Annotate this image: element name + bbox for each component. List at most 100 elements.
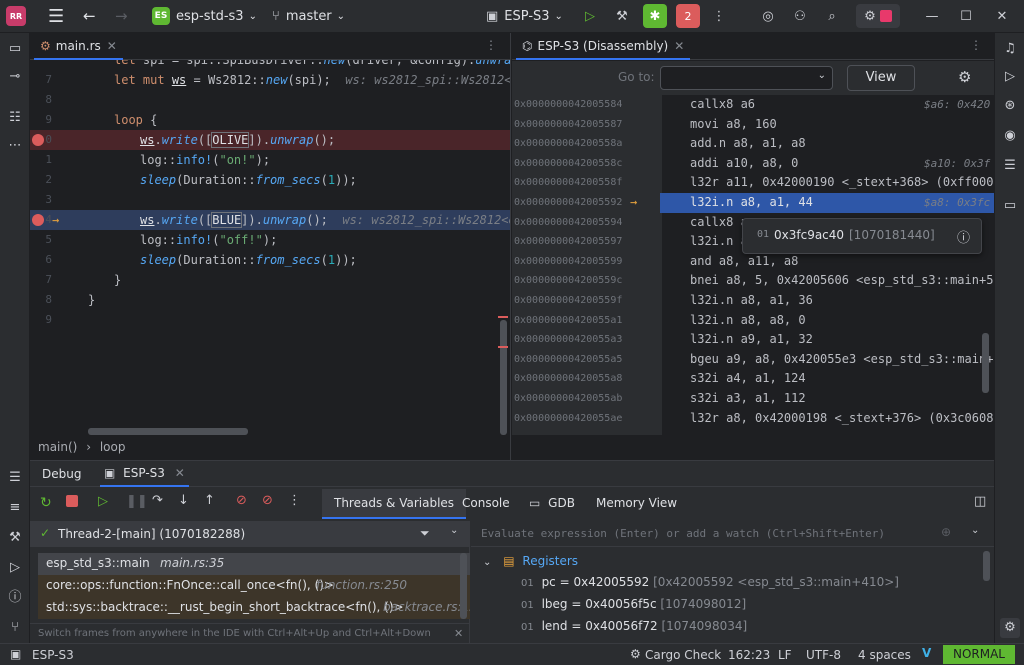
status-cursor-position[interactable]: 162:23 <box>728 648 770 662</box>
step-out-icon[interactable]: ↑ <box>204 493 215 508</box>
run-circle-icon[interactable]: ▷ <box>5 558 25 578</box>
breakpoint-icon[interactable] <box>32 134 44 146</box>
tab-threads-variables[interactable]: Threads & Variables <box>322 489 467 519</box>
stop-badge-icon[interactable]: 2 <box>676 4 700 28</box>
more-vertical-icon[interactable]: ⋮ <box>707 4 731 28</box>
mute-breakpoints-icon[interactable]: ⊘ <box>262 493 273 508</box>
todo-icon[interactable]: ≡ <box>5 498 25 518</box>
more-vertical-icon[interactable]: ⋮ <box>970 38 982 52</box>
project-selector[interactable]: ES esp-std-s3 ⌄ <box>152 5 257 27</box>
disasm-row[interactable]: 0x000000004200558a add.n a8, a1, a8 <box>512 134 994 154</box>
disasm-row[interactable]: 0x00000000420055a8 s32i a4, a1, 124 <box>512 369 994 389</box>
info-icon[interactable]: ⓘ <box>957 227 970 246</box>
disasm-row[interactable]: 0x00000000420055a3 l32i.n a9, a1, 32 <box>512 330 994 350</box>
tab-console[interactable]: Console <box>462 496 510 510</box>
disasm-scrollbar[interactable] <box>982 333 989 393</box>
disasm-row[interactable]: 0x00000000420055ae l32r a8, 0x42000198 <_… <box>512 409 994 429</box>
close-icon[interactable]: ✕ <box>990 4 1014 28</box>
debug-icon[interactable]: ✱ <box>643 4 667 28</box>
branch-selector[interactable]: ⑂ master ⌄ <box>272 5 345 27</box>
frame-row[interactable]: core::ops::function::FnOnce::call_once<f… <box>38 575 470 597</box>
main-menu-icon[interactable]: ☰ <box>48 5 64 27</box>
register-row[interactable]: 01 lbeg = 0x40056f5c [1074098012] <box>521 597 746 611</box>
debug-settings-icon[interactable]: ⚙ <box>1000 618 1020 638</box>
variables-scrollbar[interactable] <box>983 551 990 581</box>
breadcrumb-item[interactable]: loop <box>100 440 126 454</box>
status-cargo-check[interactable]: Cargo Check <box>645 648 721 662</box>
terminal-icon[interactable]: ▭ <box>1000 196 1020 216</box>
build-hammer-icon[interactable]: ⚒ <box>610 4 634 28</box>
forward-arrow-icon[interactable]: → <box>115 5 128 27</box>
tab-main-rs[interactable]: ⚙ main.rs ✕ <box>34 33 123 60</box>
status-run-config[interactable]: ESP-S3 <box>32 648 74 662</box>
notifications-icon[interactable]: ♫ <box>1000 39 1020 59</box>
minimize-icon[interactable]: — <box>920 4 944 28</box>
thread-selector[interactable]: ✓ Thread-2-[main] (1070182288) ⏷ ⌄ <box>30 521 470 547</box>
disasm-rows[interactable]: 0x0000000042005584 callx8 a6 $a6: 0x420 0x0… <box>512 95 994 435</box>
register-row[interactable]: 01 pc = 0x42005592 [0x42005592 <esp_std_… <box>521 575 899 589</box>
code-with-me-icon[interactable]: ◎ <box>756 4 780 28</box>
disasm-row[interactable]: 0x000000004200559f l32i.n a8, a1, 36 <box>512 291 994 311</box>
disasm-row[interactable]: 0x0000000042005584 callx8 a6 $a6: 0x420 <box>512 95 994 115</box>
commit-icon[interactable]: ⊸ <box>5 67 25 87</box>
layout-icon[interactable]: ◫ <box>974 494 986 509</box>
services-icon[interactable]: ☰ <box>5 468 25 488</box>
goto-input[interactable]: ⌄ <box>660 66 833 90</box>
more-horizontal-icon[interactable]: ⋯ <box>5 136 25 156</box>
close-tab-icon[interactable]: ✕ <box>674 39 684 53</box>
build-icon[interactable]: ⚒ <box>5 528 25 548</box>
frames-scrollbar[interactable] <box>460 553 467 619</box>
stop-icon[interactable] <box>66 495 78 507</box>
chevron-down-icon[interactable]: ⌄ <box>971 525 979 536</box>
editor-horizontal-scrollbar[interactable] <box>88 428 248 435</box>
run-panel-icon[interactable]: ▷ <box>1000 67 1020 87</box>
close-icon[interactable]: ✕ <box>454 627 463 640</box>
disasm-row[interactable]: 0x00000000420055ab s32i a3, a1, 112 <box>512 389 994 409</box>
disasm-row[interactable]: 0x00000000420055a1 l32i.n a8, a8, 0 <box>512 311 994 331</box>
tab-memory-view[interactable]: Memory View <box>596 496 677 510</box>
view-button[interactable]: View <box>847 65 915 91</box>
step-over-icon[interactable]: ↷ <box>152 493 163 508</box>
copilot-icon[interactable]: ◉ <box>1000 126 1020 146</box>
status-indent[interactable]: 4 spaces <box>858 648 911 662</box>
error-marker[interactable] <box>498 346 508 348</box>
disasm-row[interactable]: 0x0000000042005587 movi a8, 160 <box>512 115 994 135</box>
close-tab-icon[interactable]: ✕ <box>107 39 117 53</box>
run-config-selector[interactable]: ▣ ESP-S3 ⌄ <box>486 5 563 27</box>
more-vertical-icon[interactable]: ⋮ <box>288 493 301 508</box>
git-icon[interactable]: ⑂ <box>5 618 25 638</box>
frame-row[interactable]: std::sys::backtrace::__rust_begin_short_… <box>38 597 470 619</box>
breadcrumb-item[interactable]: main() <box>38 440 77 454</box>
status-encoding[interactable]: UTF-8 <box>806 648 841 662</box>
code-area[interactable]: let spi = spi::SpiBusDriver::new(driver,… <box>30 60 510 437</box>
evaluate-input[interactable]: Evaluate expression (Enter) or add a wat… <box>481 527 885 540</box>
register-row[interactable]: 01 lend = 0x40056f72 [1074098034] <box>521 619 747 633</box>
folder-icon[interactable]: ▭ <box>5 39 25 59</box>
resume-icon[interactable]: ▷ <box>98 494 108 509</box>
tab-esp-s3-session[interactable]: ▣ ESP-S3 ✕ <box>100 461 189 487</box>
error-marker[interactable] <box>498 316 508 318</box>
rerun-icon[interactable]: ↻ <box>40 495 52 511</box>
structure-icon[interactable]: ☷ <box>5 108 25 128</box>
disasm-row-current[interactable]: 0x0000000042005592 → l32i.n a8, a1, 44 $a8:… <box>512 193 994 213</box>
step-into-icon[interactable]: ↓ <box>178 493 189 508</box>
settings-icon[interactable]: ⚙ <box>856 4 900 28</box>
back-arrow-icon[interactable]: ← <box>83 5 96 27</box>
database-icon[interactable]: ☰ <box>1000 156 1020 176</box>
tab-gdb[interactable]: ▭ GDB <box>529 496 575 510</box>
disasm-row[interactable]: 0x000000004200558c addi a10, a8, 0 $a10: 0… <box>512 154 994 174</box>
run-icon[interactable]: ▷ <box>578 4 602 28</box>
maximize-icon[interactable]: ☐ <box>954 4 978 28</box>
vim-mode-badge[interactable]: NORMAL <box>943 645 1015 664</box>
registers-group[interactable]: ⌄ ▤ Registers <box>483 554 578 568</box>
editor-vertical-scrollbar[interactable] <box>500 320 507 435</box>
add-user-icon[interactable]: ⚇ <box>788 4 812 28</box>
more-vertical-icon[interactable]: ⋮ <box>485 38 497 52</box>
view-breakpoints-icon[interactable]: ⊘ <box>236 493 247 508</box>
filter-icon[interactable]: ⏷ <box>420 526 430 541</box>
search-icon[interactable]: ⌕ <box>820 4 844 28</box>
breakpoint-icon[interactable] <box>32 214 44 226</box>
tab-disassembly[interactable]: ⌬ ESP-S3 (Disassembly) ✕ <box>516 33 691 60</box>
disasm-row[interactable]: 0x000000004200559c bnei a8, 5, 0x42005606… <box>512 271 994 291</box>
problems-icon[interactable]: ⓘ <box>5 588 25 608</box>
